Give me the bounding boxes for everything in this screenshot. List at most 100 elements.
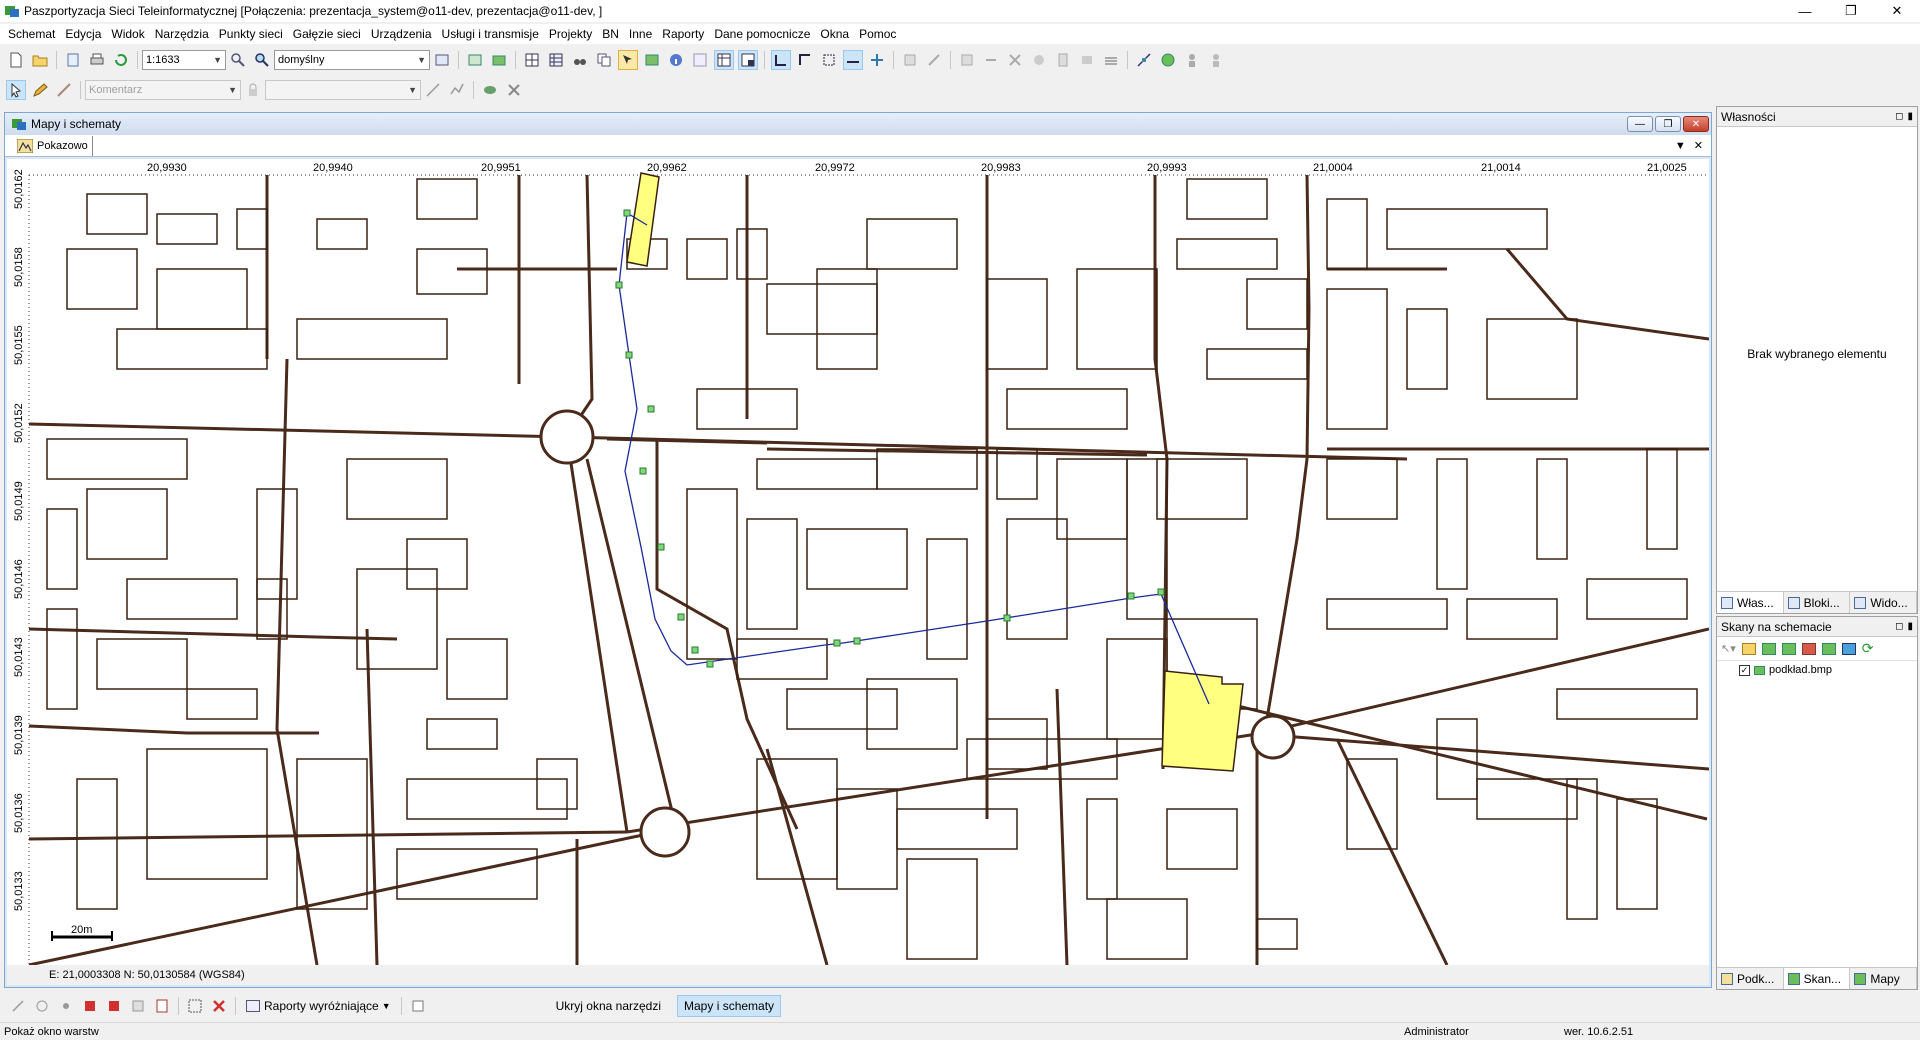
circle-icon[interactable] — [1029, 50, 1049, 70]
pointer-icon[interactable] — [6, 80, 26, 100]
route-node[interactable] — [647, 405, 655, 413]
point-icon[interactable] — [56, 996, 76, 1016]
refresh-icon[interactable] — [111, 50, 131, 70]
style-combo[interactable]: domyślny ▼ — [274, 50, 430, 70]
restore-button[interactable]: ❐ — [1828, 0, 1874, 22]
measure-icon[interactable] — [843, 50, 863, 70]
link-disabled-icon[interactable] — [924, 50, 944, 70]
clear-selection-icon[interactable] — [209, 996, 229, 1016]
map-close-button[interactable]: ✕ — [1683, 116, 1709, 132]
tab-mapy[interactable]: Mapy — [1850, 968, 1918, 989]
map-green-icon[interactable] — [489, 50, 509, 70]
highlighted-building[interactable] — [1161, 670, 1244, 772]
tab-bloki[interactable]: Bloki... — [1784, 592, 1851, 613]
add-node-icon[interactable] — [957, 50, 977, 70]
menu-projekty[interactable]: Projekty — [549, 27, 592, 41]
map-svg[interactable]: 20,9930 20,9940 20,9951 20,9962 20,9972 … — [7, 159, 1709, 965]
route-node[interactable] — [1157, 588, 1165, 596]
user-icon[interactable] — [1182, 50, 1202, 70]
select-area-icon[interactable] — [618, 50, 638, 70]
add-folder-icon[interactable] — [1741, 642, 1756, 655]
copy-icon[interactable] — [594, 50, 614, 70]
edit-disabled-icon[interactable] — [900, 50, 920, 70]
visibility-icon[interactable] — [480, 80, 500, 100]
menu-dane-pomocnicze[interactable]: Dane pomocnicze — [714, 27, 810, 41]
route-node[interactable] — [853, 637, 861, 645]
menu-uslugi[interactable]: Usługi i transmisje — [442, 27, 539, 41]
panel-pin-icon[interactable]: ▮ — [1907, 621, 1913, 632]
move-scan-icon[interactable] — [1821, 642, 1836, 655]
node-edit-icon[interactable] — [1134, 50, 1154, 70]
map-canvas[interactable]: 20,9930 20,9940 20,9951 20,9962 20,9972 … — [7, 159, 1709, 965]
route-node[interactable] — [639, 467, 647, 475]
stop-alt-icon[interactable] — [104, 996, 124, 1016]
tab-pokazowo[interactable]: Pokazowo — [13, 135, 93, 156]
layers-icon[interactable] — [432, 50, 452, 70]
scan-list-item[interactable]: ✓ podkład.bmp — [1717, 661, 1917, 679]
pointer-icon[interactable]: ↖▾ — [1721, 642, 1736, 655]
panel-pin-icon[interactable]: ▮ — [1907, 111, 1913, 122]
edit-scan-icon[interactable] — [1781, 642, 1796, 655]
snap-corner-icon[interactable] — [795, 50, 815, 70]
select-all-icon[interactable] — [185, 996, 205, 1016]
line-style-icon[interactable] — [423, 80, 443, 100]
menu-punkty-sieci[interactable]: Punkty sieci — [219, 27, 283, 41]
fit-extent-icon[interactable] — [819, 50, 839, 70]
reports-dropdown[interactable]: Raporty wyróżniające ▼ — [240, 995, 397, 1017]
route-node[interactable] — [615, 281, 623, 289]
split-icon[interactable] — [981, 50, 1001, 70]
menu-widok[interactable]: Widok — [111, 27, 144, 41]
snap-icon[interactable] — [771, 50, 791, 70]
report-icon[interactable] — [152, 996, 172, 1016]
tab-skany[interactable]: Skan... — [1783, 968, 1851, 989]
new-file-icon[interactable] — [6, 50, 26, 70]
panel-float-icon[interactable]: ◻ — [1895, 621, 1903, 632]
route-node[interactable] — [833, 639, 841, 647]
search-icon[interactable] — [252, 50, 272, 70]
route-node[interactable] — [1003, 614, 1011, 622]
menu-pomoc[interactable]: Pomoc — [859, 27, 896, 41]
scan-checkbox[interactable]: ✓ — [1739, 664, 1750, 676]
menu-okna[interactable]: Okna — [820, 27, 849, 41]
lock-icon[interactable] — [243, 80, 263, 100]
menu-urzadzenia[interactable]: Urządzenia — [371, 27, 432, 41]
comment-icon[interactable] — [1841, 642, 1856, 655]
route-node[interactable] — [706, 660, 714, 668]
hide-tools-button[interactable]: Ukryj okna narzędzi — [550, 995, 667, 1017]
tab-podklady[interactable]: Podk... — [1717, 968, 1784, 989]
menu-edycja[interactable]: Edycja — [65, 27, 101, 41]
menu-narzedzia[interactable]: Narzędzia — [155, 27, 209, 41]
move-icon[interactable] — [867, 50, 887, 70]
route-node[interactable] — [657, 543, 665, 551]
grid-view-icon[interactable] — [690, 50, 710, 70]
stack-icon[interactable] — [1101, 50, 1121, 70]
draw-line-icon[interactable] — [54, 80, 74, 100]
layout-icon[interactable] — [714, 50, 734, 70]
pencil-icon[interactable] — [30, 80, 50, 100]
block-icon[interactable] — [1077, 50, 1097, 70]
network-icon[interactable] — [32, 996, 52, 1016]
zoom-icon[interactable] — [228, 50, 248, 70]
comment-combo[interactable]: Komentarz ▼ — [85, 80, 241, 100]
map-view-icon[interactable] — [465, 50, 485, 70]
panel-float-icon[interactable]: ◻ — [1895, 111, 1903, 122]
close-layer-icon[interactable] — [504, 80, 524, 100]
edit-attr-icon[interactable] — [128, 996, 148, 1016]
menu-bn[interactable]: BN — [602, 27, 619, 41]
table-icon[interactable] — [546, 50, 566, 70]
route-node[interactable] — [691, 646, 699, 654]
doc-icon[interactable] — [1053, 50, 1073, 70]
route-node[interactable] — [677, 613, 685, 621]
print-icon[interactable] — [87, 50, 107, 70]
menu-galezie-sieci[interactable]: Gałęzie sieci — [293, 27, 361, 41]
delete-icon[interactable] — [1005, 50, 1025, 70]
draw-icon[interactable] — [8, 996, 28, 1016]
close-button[interactable]: ✕ — [1874, 0, 1920, 22]
stop-icon[interactable] — [80, 996, 100, 1016]
refresh-icon[interactable]: ⟳ — [1862, 640, 1874, 657]
scan-icon[interactable] — [642, 50, 662, 70]
map-minimize-button[interactable]: — — [1627, 116, 1653, 132]
highlighted-building[interactable] — [626, 172, 660, 267]
tabs-close-icon[interactable]: ✕ — [1694, 139, 1703, 152]
binoculars-icon[interactable] — [570, 50, 590, 70]
